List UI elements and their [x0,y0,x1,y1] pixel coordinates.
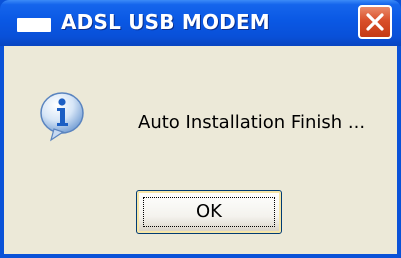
dialog-message: Auto Installation Finish ... [138,112,366,133]
information-icon [40,92,84,142]
ok-button-label: OK [196,201,222,222]
title-bar[interactable]: ADSL USB MODEM [0,0,401,46]
window-title: ADSL USB MODEM [61,10,270,34]
dialog-body: Auto Installation Finish ... OK [4,46,397,254]
close-button[interactable] [358,5,392,39]
close-icon [366,13,384,31]
dialog-window: ADSL USB MODEM Auto Installation Finish … [0,0,401,258]
window-icon [17,18,51,32]
ok-button[interactable]: OK [136,190,282,234]
